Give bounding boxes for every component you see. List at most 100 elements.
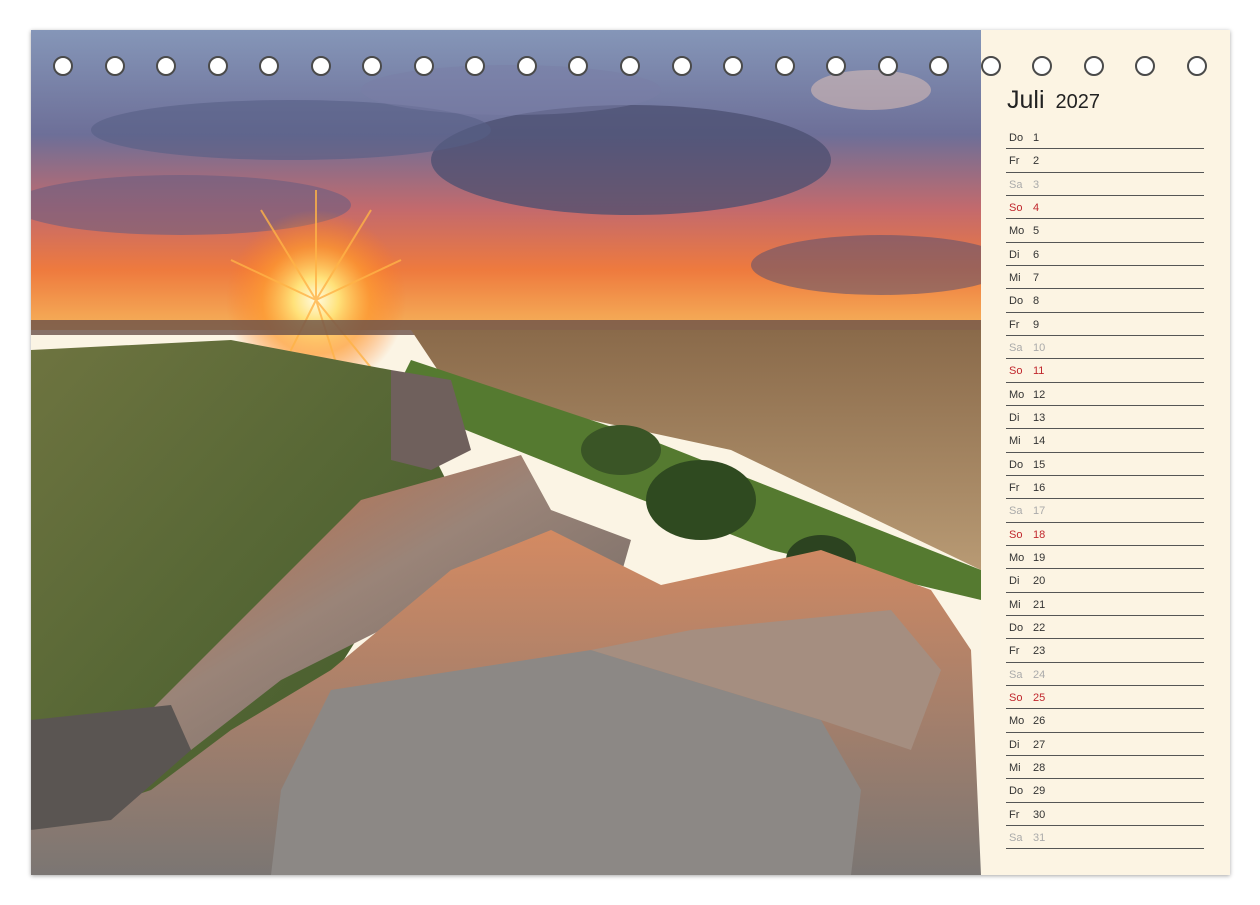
day-row: So 18	[1006, 523, 1204, 546]
day-number: 5	[1033, 225, 1040, 238]
day-number: 23	[1033, 645, 1046, 658]
day-weekday: So	[1009, 201, 1023, 214]
binding-ring	[53, 56, 73, 76]
day-number: 18	[1033, 528, 1046, 541]
binding-ring	[620, 56, 640, 76]
day-row: Mi 21	[1006, 593, 1204, 616]
day-number: 27	[1033, 738, 1046, 751]
binding-ring	[1187, 56, 1207, 76]
day-weekday: Fr	[1009, 808, 1020, 821]
day-row: Mo 5	[1006, 219, 1204, 243]
calendar-panel: Juli 2027 Do 1 Fr 2 Sa 3 So 4 Mo 5 Di 6 Mi 7 Do 8 Fr 9 Sa 1…	[981, 30, 1230, 875]
day-row: Mi 14	[1006, 429, 1204, 453]
day-number: 19	[1033, 551, 1046, 564]
day-row: Sa 24	[1006, 663, 1204, 686]
day-weekday: Do	[1009, 785, 1024, 798]
day-row: Sa 17	[1006, 499, 1204, 523]
day-weekday: Fr	[1009, 155, 1020, 168]
day-number: 14	[1033, 435, 1046, 448]
binding-ring	[413, 56, 434, 76]
day-weekday: Mi	[1009, 761, 1021, 774]
day-number: 6	[1033, 248, 1040, 261]
day-row: Do 29	[1006, 779, 1204, 803]
day-weekday: Do	[1009, 295, 1024, 308]
day-weekday: Mo	[1009, 388, 1025, 401]
day-weekday: Di	[1009, 575, 1020, 588]
day-row: Sa 10	[1006, 336, 1204, 360]
day-number: 11	[1033, 365, 1045, 378]
day-number: 16	[1033, 481, 1046, 494]
day-row: Do 22	[1006, 616, 1204, 640]
binding-ring	[826, 56, 847, 76]
day-number: 22	[1033, 621, 1046, 634]
day-row: Fr 2	[1006, 149, 1204, 173]
day-weekday: Fr	[1009, 318, 1020, 331]
day-weekday: Sa	[1009, 178, 1023, 191]
day-weekday: So	[1009, 691, 1023, 704]
day-row: So 11	[1006, 359, 1204, 383]
day-row: Mo 26	[1006, 709, 1204, 733]
day-number: 1	[1033, 132, 1040, 144]
month-heading: Juli 2027	[1007, 86, 1100, 115]
day-row: Di 20	[1006, 569, 1204, 593]
day-row: Mo 19	[1006, 546, 1204, 570]
day-number: 7	[1033, 271, 1040, 284]
day-weekday: Fr	[1009, 645, 1020, 658]
day-number: 10	[1033, 341, 1046, 354]
binding-ring	[1032, 56, 1053, 76]
day-number: 8	[1033, 295, 1040, 308]
day-number: 12	[1033, 388, 1046, 401]
month-name: Juli	[1007, 86, 1045, 114]
day-number: 20	[1033, 575, 1046, 588]
day-weekday: Mi	[1009, 271, 1021, 284]
binding-ring	[207, 56, 228, 76]
year-label: 2027	[1055, 91, 1100, 113]
binding-ring	[465, 56, 486, 76]
binding-ring	[671, 56, 692, 76]
day-number: 31	[1033, 831, 1046, 844]
binding-ring	[723, 56, 744, 76]
binding-ring	[156, 56, 177, 76]
day-number: 26	[1033, 715, 1046, 728]
day-row: Sa 31	[1006, 826, 1204, 850]
day-row: So 25	[1006, 686, 1204, 710]
day-number: 15	[1033, 458, 1046, 471]
day-number: 28	[1033, 761, 1046, 774]
binding-ring	[259, 56, 280, 76]
day-number: 9	[1033, 318, 1040, 331]
day-weekday: Sa	[1009, 341, 1023, 354]
day-row: So 4	[1006, 196, 1204, 220]
day-row: Fr 9	[1006, 313, 1204, 336]
day-weekday: Mi	[1009, 598, 1021, 611]
day-weekday: Sa	[1009, 505, 1023, 518]
day-list: Do 1 Fr 2 Sa 3 So 4 Mo 5 Di 6 Mi 7 Do 8 Fr 9 Sa 10 So 11 Mo 12 D…	[1006, 126, 1204, 850]
landscape-photo	[31, 30, 981, 875]
day-weekday: Do	[1009, 132, 1024, 144]
calendar-page: Juli 2027 Do 1 Fr 2 Sa 3 So 4 Mo 5 Di 6 Mi 7 Do 8 Fr 9 Sa 1…	[31, 30, 1230, 875]
day-row: Mo 12	[1006, 383, 1204, 406]
binding-ring	[310, 56, 331, 76]
day-weekday: Sa	[1009, 668, 1023, 681]
day-weekday: Mo	[1009, 715, 1025, 728]
day-row: Fr 23	[1006, 639, 1204, 663]
day-number: 30	[1033, 808, 1046, 821]
day-weekday: Do	[1009, 621, 1024, 634]
binding-ring	[980, 56, 1001, 76]
day-number: 2	[1033, 155, 1040, 168]
day-row: Fr 30	[1006, 803, 1204, 826]
day-row: Sa 3	[1006, 173, 1204, 196]
day-weekday: Di	[1009, 411, 1020, 424]
day-row: Do 8	[1006, 289, 1204, 313]
day-number: 4	[1033, 201, 1040, 214]
day-number: 21	[1033, 598, 1046, 611]
day-row: Do 15	[1006, 453, 1204, 476]
day-row: Mi 28	[1006, 756, 1204, 780]
binding-ring	[774, 56, 795, 76]
day-weekday: Mo	[1009, 225, 1025, 238]
day-row: Di 13	[1006, 406, 1204, 430]
binding-ring	[1083, 56, 1104, 76]
day-number: 17	[1033, 505, 1046, 518]
binding-ring	[1135, 56, 1156, 76]
binding-ring	[568, 56, 589, 76]
day-weekday: Di	[1009, 738, 1020, 751]
